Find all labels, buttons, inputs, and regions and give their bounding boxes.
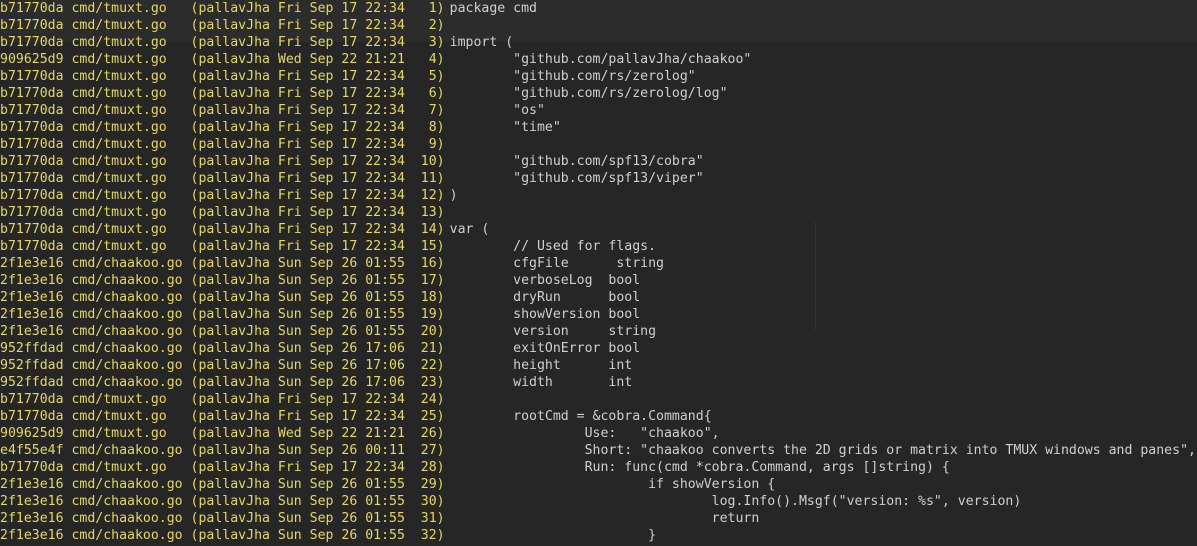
blame-line: 2f1e3e16 cmd/chaakoo.go (pallavJha Sun S… xyxy=(0,323,1197,340)
blame-line: b71770da cmd/tmuxt.go (pallavJha Fri Sep… xyxy=(0,391,1197,408)
blame-line: b71770da cmd/tmuxt.go (pallavJha Fri Sep… xyxy=(0,0,1197,17)
blame-line: b71770da cmd/tmuxt.go (pallavJha Fri Sep… xyxy=(0,68,1197,85)
blame-annotation: b71770da cmd/tmuxt.go (pallavJha Fri Sep… xyxy=(0,154,445,169)
blame-annotation: 909625d9 cmd/tmuxt.go (pallavJha Wed Sep… xyxy=(0,426,445,441)
source-code: height int xyxy=(449,358,633,373)
blame-annotation: b71770da cmd/tmuxt.go (pallavJha Fri Sep… xyxy=(0,18,445,33)
blame-line: 2f1e3e16 cmd/chaakoo.go (pallavJha Sun S… xyxy=(0,527,1197,544)
source-code: if showVersion { xyxy=(449,477,776,492)
blame-annotation: 2f1e3e16 cmd/chaakoo.go (pallavJha Sun S… xyxy=(0,477,445,492)
blame-annotation: b71770da cmd/tmuxt.go (pallavJha Fri Sep… xyxy=(0,205,445,220)
blame-line: 952ffdad cmd/chaakoo.go (pallavJha Sun S… xyxy=(0,357,1197,374)
source-code: // Used for flags. xyxy=(449,239,657,254)
blame-line: b71770da cmd/tmuxt.go (pallavJha Fri Sep… xyxy=(0,34,1197,51)
source-code: exitOnError bool xyxy=(449,341,641,356)
source-code: import ( xyxy=(449,35,514,50)
blame-line: b71770da cmd/tmuxt.go (pallavJha Fri Sep… xyxy=(0,408,1197,425)
blame-annotation: b71770da cmd/tmuxt.go (pallavJha Fri Sep… xyxy=(0,460,445,475)
blame-annotation: b71770da cmd/tmuxt.go (pallavJha Fri Sep… xyxy=(0,188,445,203)
source-code: Run: func(cmd *cobra.Command, args []str… xyxy=(449,460,950,475)
blame-line: b71770da cmd/tmuxt.go (pallavJha Fri Sep… xyxy=(0,204,1197,221)
blame-annotation: 2f1e3e16 cmd/chaakoo.go (pallavJha Sun S… xyxy=(0,256,445,271)
source-code: Use: "chaakoo", xyxy=(449,426,720,441)
blame-annotation: 909625d9 cmd/tmuxt.go (pallavJha Wed Sep… xyxy=(0,52,445,67)
source-code: dryRun bool xyxy=(449,290,641,305)
source-code: "os" xyxy=(449,103,545,118)
blame-annotation: 2f1e3e16 cmd/chaakoo.go (pallavJha Sun S… xyxy=(0,290,445,305)
blame-line: 909625d9 cmd/tmuxt.go (pallavJha Wed Sep… xyxy=(0,51,1197,68)
source-code: cfgFile string xyxy=(449,256,664,271)
source-code: version string xyxy=(449,324,657,339)
blame-annotation: 2f1e3e16 cmd/chaakoo.go (pallavJha Sun S… xyxy=(0,307,445,322)
blame-annotation: b71770da cmd/tmuxt.go (pallavJha Fri Sep… xyxy=(0,69,445,84)
source-code: showVersion bool xyxy=(449,307,641,322)
blame-annotation: 2f1e3e16 cmd/chaakoo.go (pallavJha Sun S… xyxy=(0,324,445,339)
blame-line: b71770da cmd/tmuxt.go (pallavJha Fri Sep… xyxy=(0,187,1197,204)
blame-annotation: b71770da cmd/tmuxt.go (pallavJha Fri Sep… xyxy=(0,222,445,237)
source-code: "github.com/spf13/viper" xyxy=(449,171,704,186)
blame-line: b71770da cmd/tmuxt.go (pallavJha Fri Sep… xyxy=(0,170,1197,187)
blame-annotation: b71770da cmd/tmuxt.go (pallavJha Fri Sep… xyxy=(0,239,445,254)
source-code: rootCmd = &cobra.Command{ xyxy=(449,409,712,424)
blame-annotation: 2f1e3e16 cmd/chaakoo.go (pallavJha Sun S… xyxy=(0,528,445,543)
blame-line: 2f1e3e16 cmd/chaakoo.go (pallavJha Sun S… xyxy=(0,306,1197,323)
blame-annotation: b71770da cmd/tmuxt.go (pallavJha Fri Sep… xyxy=(0,86,445,101)
source-code: "github.com/rs/zerolog" xyxy=(449,69,696,84)
blame-line: b71770da cmd/tmuxt.go (pallavJha Fri Sep… xyxy=(0,459,1197,476)
blame-line: b71770da cmd/tmuxt.go (pallavJha Fri Sep… xyxy=(0,153,1197,170)
blame-output[interactable]: b71770da cmd/tmuxt.go (pallavJha Fri Sep… xyxy=(0,0,1197,544)
blame-line: 2f1e3e16 cmd/chaakoo.go (pallavJha Sun S… xyxy=(0,255,1197,272)
blame-line: e4f55e4f cmd/chaakoo.go (pallavJha Sun S… xyxy=(0,442,1197,459)
blame-annotation: b71770da cmd/tmuxt.go (pallavJha Fri Sep… xyxy=(0,103,445,118)
source-code: Short: "chaakoo converts the 2D grids or… xyxy=(449,443,1196,458)
blame-annotation: 952ffdad cmd/chaakoo.go (pallavJha Sun S… xyxy=(0,358,445,373)
blame-line: b71770da cmd/tmuxt.go (pallavJha Fri Sep… xyxy=(0,221,1197,238)
source-code xyxy=(445,391,450,408)
source-code: verboseLog bool xyxy=(449,273,641,288)
blame-annotation: b71770da cmd/tmuxt.go (pallavJha Fri Sep… xyxy=(0,120,445,135)
source-code: "time" xyxy=(449,120,561,135)
blame-line: b71770da cmd/tmuxt.go (pallavJha Fri Sep… xyxy=(0,119,1197,136)
blame-annotation: 2f1e3e16 cmd/chaakoo.go (pallavJha Sun S… xyxy=(0,273,445,288)
blame-annotation: b71770da cmd/tmuxt.go (pallavJha Fri Sep… xyxy=(0,392,445,407)
source-code: "github.com/spf13/cobra" xyxy=(449,154,704,169)
blame-line: b71770da cmd/tmuxt.go (pallavJha Fri Sep… xyxy=(0,102,1197,119)
blame-line: 909625d9 cmd/tmuxt.go (pallavJha Wed Sep… xyxy=(0,425,1197,442)
blame-line: b71770da cmd/tmuxt.go (pallavJha Fri Sep… xyxy=(0,17,1197,34)
blame-annotation: 2f1e3e16 cmd/chaakoo.go (pallavJha Sun S… xyxy=(0,511,445,526)
blame-line: b71770da cmd/tmuxt.go (pallavJha Fri Sep… xyxy=(0,85,1197,102)
blame-line: 2f1e3e16 cmd/chaakoo.go (pallavJha Sun S… xyxy=(0,272,1197,289)
blame-annotation: 952ffdad cmd/chaakoo.go (pallavJha Sun S… xyxy=(0,375,445,390)
blame-annotation: 2f1e3e16 cmd/chaakoo.go (pallavJha Sun S… xyxy=(0,494,445,509)
source-code: "github.com/rs/zerolog/log" xyxy=(449,86,728,101)
source-code: log.Info().Msgf("version: %s", version) xyxy=(449,494,1022,509)
source-code xyxy=(445,17,450,34)
blame-annotation: b71770da cmd/tmuxt.go (pallavJha Fri Sep… xyxy=(0,171,445,186)
blame-annotation: b71770da cmd/tmuxt.go (pallavJha Fri Sep… xyxy=(0,35,445,50)
blame-line: 2f1e3e16 cmd/chaakoo.go (pallavJha Sun S… xyxy=(0,510,1197,527)
blame-annotation: b71770da cmd/tmuxt.go (pallavJha Fri Sep… xyxy=(0,409,445,424)
terminal-window[interactable]: b71770da cmd/tmuxt.go (pallavJha Fri Sep… xyxy=(0,0,1197,546)
source-code: "github.com/pallavJha/chaakoo" xyxy=(449,52,752,67)
blame-line: 2f1e3e16 cmd/chaakoo.go (pallavJha Sun S… xyxy=(0,289,1197,306)
source-code: width int xyxy=(449,375,633,390)
blame-line: b71770da cmd/tmuxt.go (pallavJha Fri Sep… xyxy=(0,238,1197,255)
source-code: package cmd xyxy=(449,1,537,16)
source-code: return xyxy=(449,511,760,526)
blame-annotation: 952ffdad cmd/chaakoo.go (pallavJha Sun S… xyxy=(0,341,445,356)
source-code: ) xyxy=(449,188,458,203)
source-code xyxy=(445,136,450,153)
source-code: } xyxy=(449,528,657,543)
blame-line: 2f1e3e16 cmd/chaakoo.go (pallavJha Sun S… xyxy=(0,476,1197,493)
blame-line: b71770da cmd/tmuxt.go (pallavJha Fri Sep… xyxy=(0,136,1197,153)
blame-line: 952ffdad cmd/chaakoo.go (pallavJha Sun S… xyxy=(0,340,1197,357)
source-code xyxy=(445,204,450,221)
blame-line: 2f1e3e16 cmd/chaakoo.go (pallavJha Sun S… xyxy=(0,493,1197,510)
blame-annotation: e4f55e4f cmd/chaakoo.go (pallavJha Sun S… xyxy=(0,443,445,458)
source-code: var ( xyxy=(449,222,490,237)
blame-line: 952ffdad cmd/chaakoo.go (pallavJha Sun S… xyxy=(0,374,1197,391)
blame-annotation: b71770da cmd/tmuxt.go (pallavJha Fri Sep… xyxy=(0,1,445,16)
blame-annotation: b71770da cmd/tmuxt.go (pallavJha Fri Sep… xyxy=(0,137,445,152)
